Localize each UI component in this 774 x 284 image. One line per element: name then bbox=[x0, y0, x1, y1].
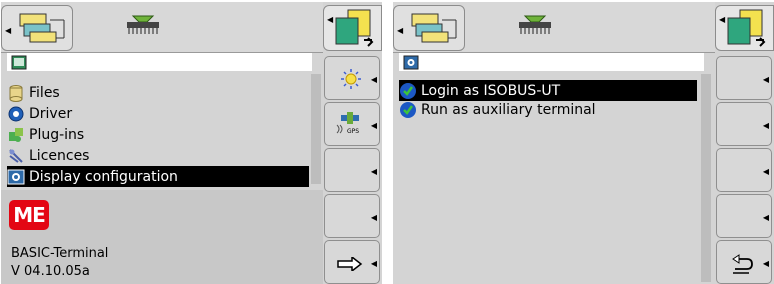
seeder-machine-icon bbox=[127, 15, 159, 34]
softkey-empty-1[interactable]: ◀ bbox=[716, 56, 772, 100]
gps-label: GPS bbox=[347, 128, 359, 135]
plugins-puzzle-icon bbox=[9, 127, 23, 142]
menu-item-files[interactable]: Files bbox=[7, 82, 309, 103]
option-label: Run as auxiliary terminal bbox=[421, 101, 596, 118]
menu-item-label: Licences bbox=[29, 147, 90, 164]
gps-icon: GPS bbox=[336, 112, 359, 135]
top-bar: ◀ bbox=[1, 2, 323, 53]
chevron-left-icon: ◀ bbox=[397, 26, 404, 35]
svg-text:◀: ◀ bbox=[719, 15, 726, 24]
chevron-left-icon: ◀ bbox=[762, 259, 769, 268]
licences-icon bbox=[9, 148, 23, 163]
menu-item-label: Display configuration bbox=[29, 168, 178, 185]
scrollbar[interactable] bbox=[311, 74, 321, 184]
chevron-left-icon: ◀ bbox=[370, 259, 377, 268]
menu-item-licences[interactable]: Licences bbox=[7, 145, 309, 166]
softkey-brightness[interactable]: ◀ bbox=[324, 56, 380, 100]
softkey-return[interactable]: ◀ bbox=[716, 240, 772, 284]
chevron-left-icon: ◀ bbox=[762, 213, 769, 222]
menu-item-label: Plug-ins bbox=[29, 126, 85, 143]
chevron-left-icon: ◀ bbox=[762, 167, 769, 176]
device-name: BASIC-Terminal bbox=[11, 246, 109, 261]
softkey-gps[interactable]: GPS ◀ bbox=[324, 102, 380, 146]
option-run-as-auxiliary[interactable]: Run as auxiliary terminal bbox=[399, 99, 697, 120]
chevron-left-icon: ◀ bbox=[370, 167, 377, 176]
chevron-left-icon: ◀ bbox=[762, 121, 769, 130]
layout-switch-button[interactable]: ◀ bbox=[715, 5, 774, 51]
me-logo: ME bbox=[9, 200, 49, 230]
layout-switch-button[interactable]: ◀ bbox=[323, 5, 382, 51]
option-label: Login as ISOBUS-UT bbox=[421, 82, 561, 99]
driver-gear-icon bbox=[8, 106, 24, 121]
implement-icon bbox=[411, 13, 457, 43]
chevron-left-icon: ◀ bbox=[762, 75, 769, 84]
option-login-isobus-ut[interactable]: Login as ISOBUS-UT bbox=[399, 80, 697, 101]
chevron-left-icon: ◀ bbox=[370, 75, 377, 84]
chevron-left-icon: ◀ bbox=[5, 26, 12, 35]
software-version: V 04.10.05a bbox=[11, 264, 90, 279]
chevron-left-icon: ◀ bbox=[370, 121, 377, 130]
implement-icon bbox=[19, 13, 65, 43]
softkey-empty-3[interactable]: ◀ bbox=[324, 148, 380, 192]
menu-item-driver[interactable]: Driver bbox=[7, 103, 309, 124]
right-terminal-screen: ◀ ◀ Login as ISOBUS-UT Run as auxiliary … bbox=[393, 2, 774, 284]
check-icon bbox=[400, 82, 416, 99]
left-terminal-screen: ◀ ◀ Files Driver Plug-ins Licences Displ… bbox=[1, 2, 382, 284]
softkey-empty-3[interactable]: ◀ bbox=[716, 148, 772, 192]
menu-item-label: Files bbox=[29, 84, 60, 101]
implement-overview-button[interactable]: ◀ bbox=[1, 5, 73, 51]
scrollbar[interactable] bbox=[701, 74, 711, 282]
display-configuration-icon bbox=[7, 169, 25, 184]
menu-item-label: Driver bbox=[29, 105, 73, 122]
layout-switch-icon: ◀ bbox=[327, 9, 374, 47]
menu-item-plugins[interactable]: Plug-ins bbox=[7, 124, 309, 145]
softkey-empty-4[interactable]: ◀ bbox=[716, 194, 772, 238]
softkey-empty-2[interactable]: ◀ bbox=[716, 102, 772, 146]
sun-brightness-icon bbox=[341, 69, 361, 89]
top-bar: ◀ bbox=[393, 2, 715, 53]
chevron-left-icon: ◀ bbox=[370, 213, 377, 222]
svg-text:◀: ◀ bbox=[327, 15, 334, 24]
header-strip bbox=[399, 53, 704, 71]
return-icon bbox=[732, 254, 753, 274]
softkey-empty-4[interactable]: ◀ bbox=[324, 194, 380, 238]
terminal-screen-icon bbox=[11, 55, 27, 70]
seeder-machine-icon bbox=[519, 15, 551, 34]
forward-arrow-icon bbox=[337, 257, 363, 271]
menu-item-display-configuration[interactable]: Display configuration bbox=[7, 166, 309, 187]
header-strip bbox=[7, 53, 312, 71]
implement-overview-button[interactable]: ◀ bbox=[393, 5, 465, 51]
display-configuration-icon bbox=[403, 55, 419, 70]
softkey-forward[interactable]: ◀ bbox=[324, 240, 380, 284]
layout-switch-icon: ◀ bbox=[719, 9, 766, 47]
check-icon bbox=[400, 101, 416, 118]
device-info-panel: ME BASIC-Terminal V 04.10.05a bbox=[1, 190, 323, 284]
files-icon bbox=[9, 84, 23, 102]
